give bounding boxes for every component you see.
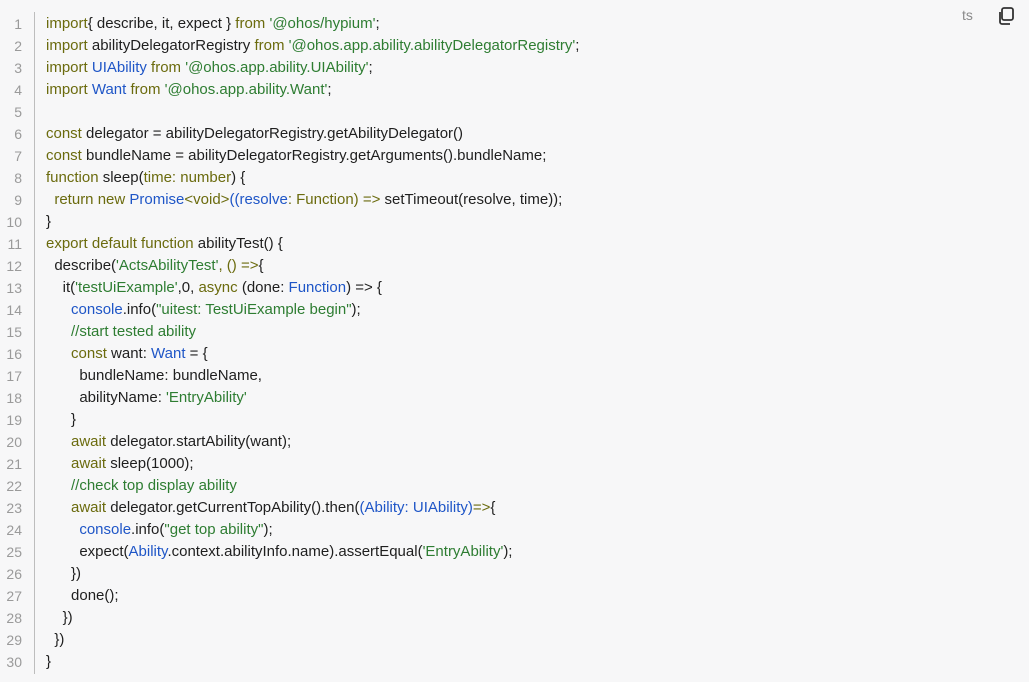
line-code: await delegator.getCurrentTopAbility().t… <box>46 499 496 516</box>
line-code: //check top display ability <box>46 477 237 494</box>
line-code: bundleName: bundleName, <box>46 367 262 384</box>
line-code: //start tested ability <box>46 323 197 340</box>
code-line: 3 import UIAbility from '@ohos.app.abilit… <box>0 57 1029 79</box>
code-line: 11 export default function abilityTest() … <box>0 233 1029 255</box>
line-number: 28 <box>6 610 22 626</box>
code-block: ts 1 import{ describe, it, expect } from … <box>0 0 1029 682</box>
line-code: }) <box>46 565 82 582</box>
line-code: import UIAbility from '@ohos.app.ability… <box>46 59 373 76</box>
line-number: 12 <box>6 258 22 274</box>
code-line: 24 console.info("get top ability"); <box>0 519 1029 541</box>
code-line: 19 } <box>0 409 1029 431</box>
line-number: 10 <box>6 214 22 230</box>
line-code: const want: Want = { <box>46 345 208 362</box>
code-line: 27 done(); <box>0 585 1029 607</box>
line-number: 26 <box>6 566 22 582</box>
line-code: }) <box>46 609 73 626</box>
line-code: describe('ActsAbilityTest', () =>{ <box>46 257 264 274</box>
line-number: 8 <box>14 170 22 186</box>
line-number: 5 <box>14 104 22 120</box>
line-code: done(); <box>46 587 119 604</box>
code-line: 12 describe('ActsAbilityTest', () =>{ <box>0 255 1029 277</box>
copy-button[interactable] <box>996 6 1016 26</box>
code-line: 7 const bundleName = abilityDelegatorRegi… <box>0 145 1029 167</box>
copy-icon <box>999 7 1014 25</box>
line-code: } <box>46 411 77 428</box>
code-line: 9 return new Promise<void>((resolve: Fun… <box>0 189 1029 211</box>
line-code: import Want from '@ohos.app.ability.Want… <box>46 81 332 98</box>
line-number: 20 <box>6 434 22 450</box>
line-number: 27 <box>6 588 22 604</box>
line-number: 14 <box>6 302 22 318</box>
line-code: await sleep(1000); <box>46 455 194 472</box>
line-number: 30 <box>6 654 22 670</box>
line-number: 11 <box>7 236 22 252</box>
code-line: 30} <box>0 651 1029 673</box>
line-code: function sleep(time: number) { <box>46 169 246 186</box>
code-line: 5 <box>0 101 1029 123</box>
code-line: 16 const want: Want = { <box>0 343 1029 365</box>
line-code: console.info("uitest: TestUiExample begi… <box>46 301 361 318</box>
line-number: 23 <box>6 500 22 516</box>
line-number: 3 <box>14 60 22 76</box>
code-line: 13 it('testUiExample',0, async (done: Fu… <box>0 277 1029 299</box>
line-number: 7 <box>14 148 22 164</box>
line-number: 15 <box>6 324 22 340</box>
code-line: 18 abilityName: 'EntryAbility' <box>0 387 1029 409</box>
code-line: 8 function sleep(time: number) { <box>0 167 1029 189</box>
line-number: 6 <box>14 126 22 142</box>
line-number: 9 <box>14 192 22 208</box>
code-line: 21 await sleep(1000); <box>0 453 1029 475</box>
line-code: const bundleName = abilityDelegatorRegis… <box>46 147 547 164</box>
line-code: return new Promise<void>((resolve: Funct… <box>54 191 563 208</box>
line-code: const delegator = abilityDelegatorRegist… <box>46 125 464 142</box>
code-line: 10} <box>0 211 1029 233</box>
code-line: 25 expect(Ability.context.abilityInfo.na… <box>0 541 1029 563</box>
code-lines: 1 import{ describe, it, expect } from '@o… <box>0 13 1029 673</box>
line-code: expect(Ability.context.abilityInfo.name)… <box>46 543 513 560</box>
code-line: 1 import{ describe, it, expect } from '@o… <box>0 13 1029 35</box>
code-line: 14 console.info("uitest: TestUiExample b… <box>0 299 1029 321</box>
code-line: 26 }) <box>0 563 1029 585</box>
line-code: }) <box>46 631 65 648</box>
code-line: 6 const delegator = abilityDelegatorRegis… <box>0 123 1029 145</box>
gutter-divider <box>34 12 35 674</box>
code-line: 2 import abilityDelegatorRegistry from '@… <box>0 35 1029 57</box>
line-code: console.info("get top ability"); <box>46 521 273 538</box>
line-number: 2 <box>14 38 22 54</box>
code-line: 20 await delegator.startAbility(want); <box>0 431 1029 453</box>
code-line: 23 await delegator.getCurrentTopAbility(… <box>0 497 1029 519</box>
language-label: ts <box>962 7 973 23</box>
line-number: 25 <box>6 544 22 560</box>
line-number: 16 <box>6 346 22 362</box>
line-number: 17 <box>6 368 22 384</box>
line-number: 13 <box>6 280 22 296</box>
line-number: 22 <box>6 478 22 494</box>
code-line: 17 bundleName: bundleName, <box>0 365 1029 387</box>
line-number: 19 <box>6 412 22 428</box>
line-number: 21 <box>6 456 22 472</box>
line-code: await delegator.startAbility(want); <box>46 433 292 450</box>
code-line: 22 //check top display ability <box>0 475 1029 497</box>
line-code: export default function abilityTest() { <box>46 235 283 252</box>
code-line: 15 //start tested ability <box>0 321 1029 343</box>
line-code: } <box>46 653 52 670</box>
line-number: 29 <box>6 632 22 648</box>
code-line: 28 }) <box>0 607 1029 629</box>
line-code: } <box>46 213 52 230</box>
line-code: abilityName: 'EntryAbility' <box>46 389 247 406</box>
line-number: 18 <box>6 390 22 406</box>
code-line: 4 import Want from '@ohos.app.ability.Wan… <box>0 79 1029 101</box>
code-line: 29 }) <box>0 629 1029 651</box>
line-code: import{ describe, it, expect } from '@oh… <box>46 15 380 32</box>
line-code: it('testUiExample',0, async (done: Funct… <box>46 279 382 296</box>
line-number: 24 <box>6 522 22 538</box>
line-code: import abilityDelegatorRegistry from '@o… <box>46 37 580 54</box>
line-number: 4 <box>14 82 22 98</box>
line-number: 1 <box>14 16 22 32</box>
